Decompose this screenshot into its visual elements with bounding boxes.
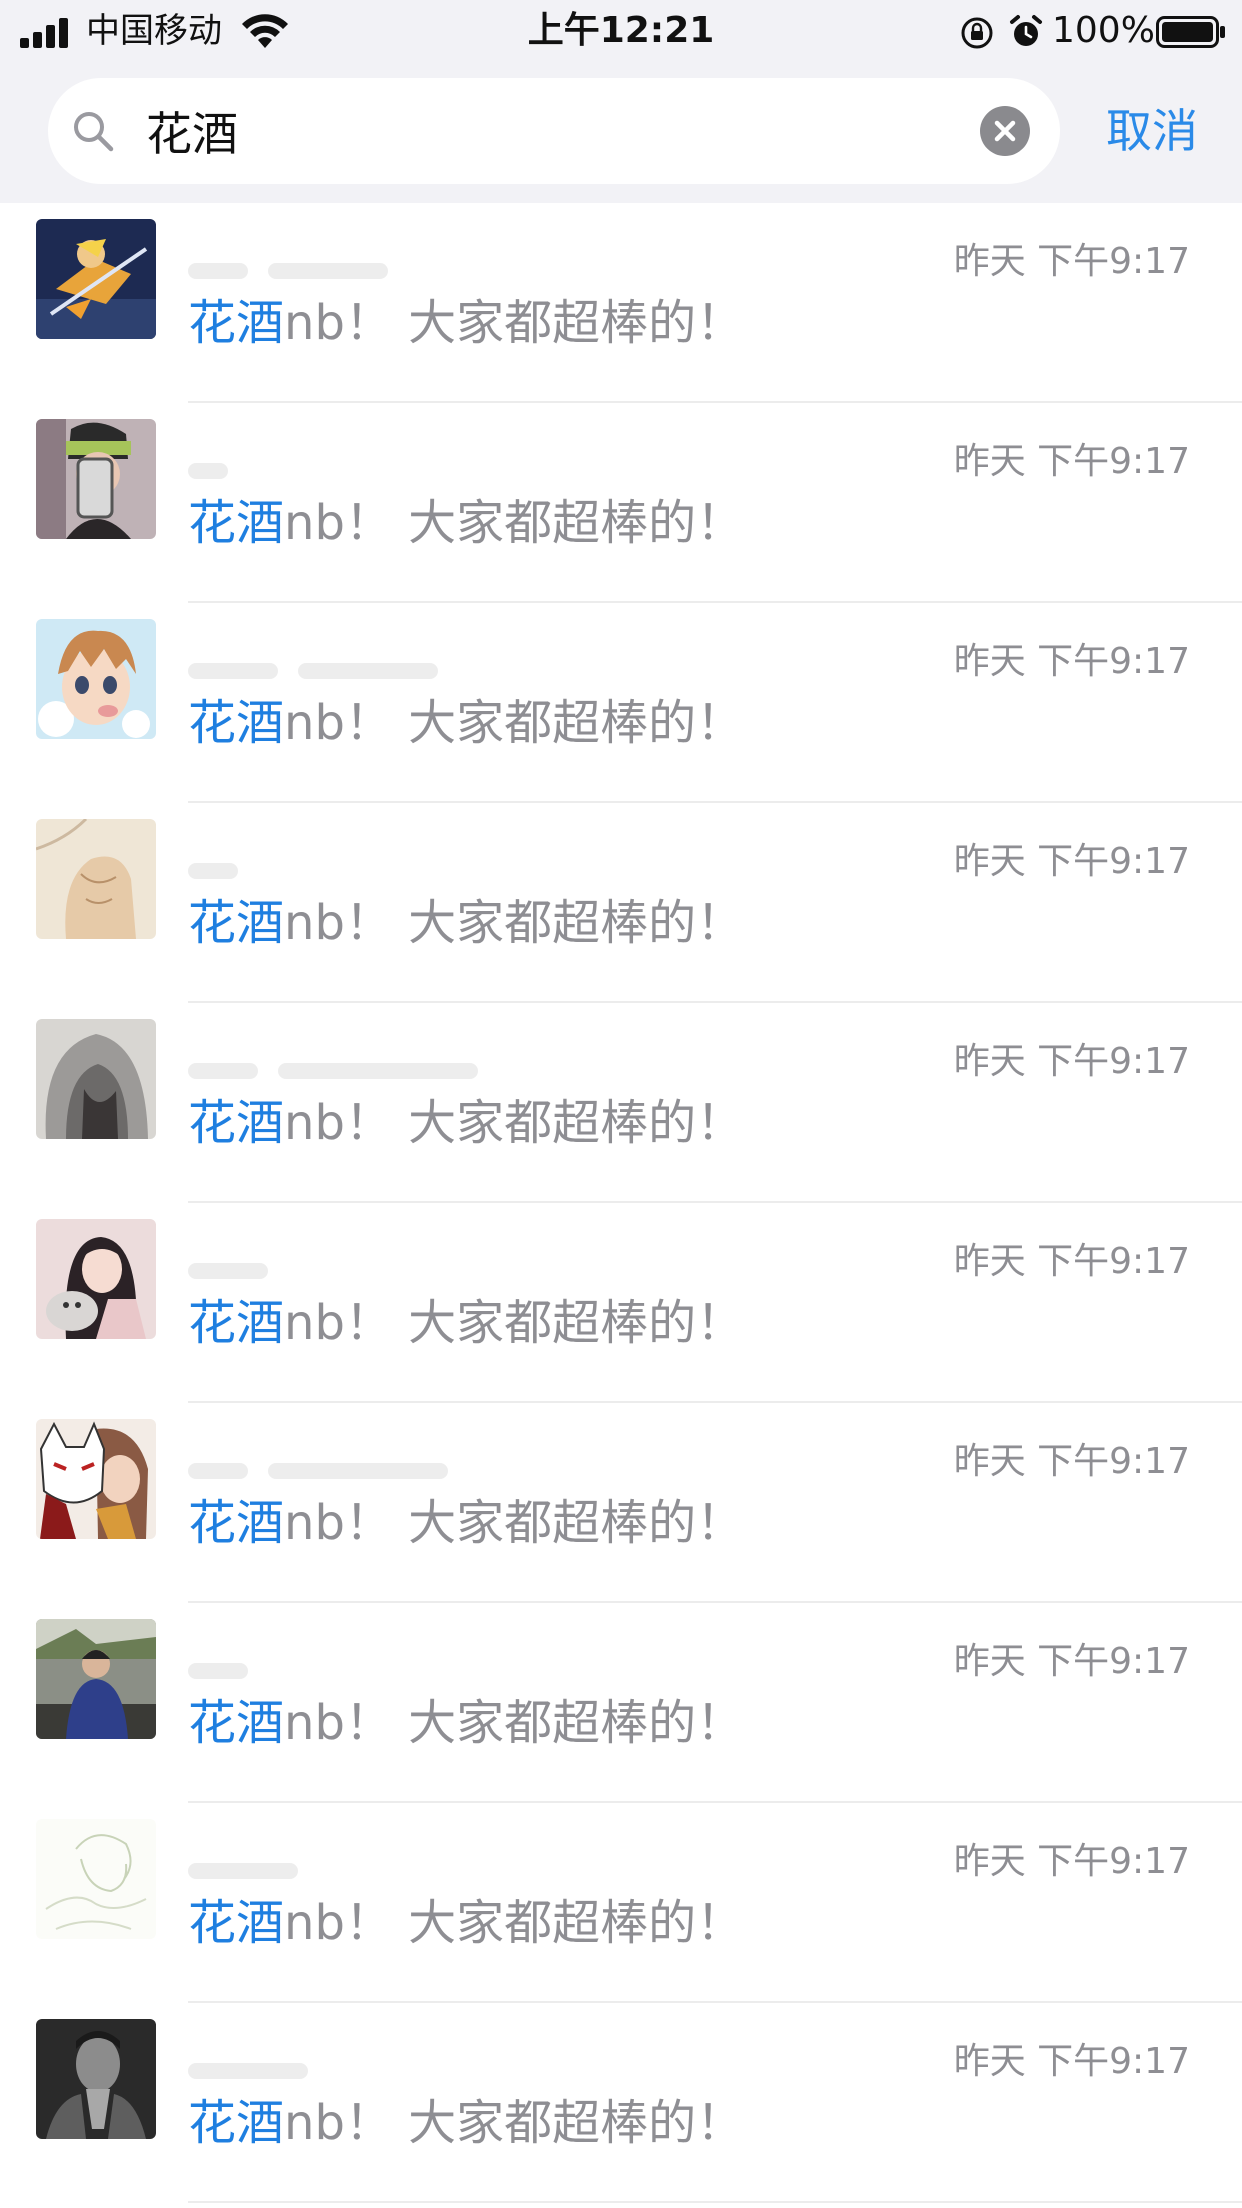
list-item[interactable]: 昨天 下午9:17 花酒nb！ 大家都超棒的！	[0, 1603, 1242, 1803]
message-preview: 花酒nb！ 大家都超棒的！	[188, 891, 744, 955]
header: 中国移动 上午12:21 100% 花酒 取消	[0, 0, 1242, 203]
list-item[interactable]: 昨天 下午9:17 花酒nb！ 大家都超棒的！	[0, 1203, 1242, 1403]
match-highlight: 花酒	[188, 895, 285, 951]
match-highlight: 花酒	[188, 1095, 285, 1151]
sender-name-blurred	[188, 1055, 548, 1085]
match-highlight: 花酒	[188, 1495, 285, 1551]
message-preview: 花酒nb！ 大家都超棒的！	[188, 1891, 744, 1955]
message-preview: 花酒nb！ 大家都超棒的！	[188, 291, 744, 355]
sketch-figure-avatar	[36, 819, 156, 939]
status-bar: 中国移动 上午12:21 100%	[0, 0, 1242, 62]
message-time: 昨天 下午9:17	[953, 1441, 1190, 1482]
sender-name-blurred	[188, 655, 548, 685]
clear-circle-icon[interactable]	[980, 106, 1030, 156]
sender-name-blurred	[188, 1655, 548, 1685]
alarm-icon	[1010, 15, 1042, 46]
anime-swordsman-avatar	[36, 219, 156, 339]
list-item[interactable]: 昨天 下午9:17 花酒nb！ 大家都超棒的！	[0, 1003, 1242, 1203]
message-preview: 花酒nb！ 大家都超棒的！	[188, 691, 744, 755]
message-preview: 花酒nb！ 大家都超棒的！	[188, 491, 744, 555]
match-highlight: 花酒	[188, 295, 285, 351]
line-drawing-avatar	[36, 1819, 156, 1939]
search-bar[interactable]	[48, 78, 1060, 184]
match-highlight: 花酒	[188, 495, 285, 551]
hooded-person-avatar	[36, 1019, 156, 1139]
sender-name-blurred	[188, 455, 548, 485]
battery-icon	[1156, 16, 1225, 48]
message-preview: 花酒nb！ 大家都超棒的！	[188, 1491, 744, 1555]
message-text: nb！ 大家都超棒的！	[284, 1695, 745, 1751]
search-icon	[74, 112, 114, 152]
sender-name-blurred	[188, 1255, 548, 1285]
list-item[interactable]: 昨天 下午9:17 花酒nb！ 大家都超棒的！	[0, 803, 1242, 1003]
message-text: nb！ 大家都超棒的！	[284, 1495, 745, 1551]
match-highlight: 花酒	[188, 1295, 285, 1351]
match-highlight: 花酒	[188, 695, 285, 751]
message-preview: 花酒nb！ 大家都超棒的！	[188, 1091, 744, 1155]
message-text: nb！ 大家都超棒的！	[284, 1295, 745, 1351]
bw-portrait-avatar	[36, 2019, 156, 2139]
match-highlight: 花酒	[188, 1895, 285, 1951]
message-text: nb！ 大家都超棒的！	[284, 2095, 745, 2151]
message-time: 昨天 下午9:17	[953, 1241, 1190, 1282]
match-highlight: 花酒	[188, 2095, 285, 2151]
message-time: 昨天 下午9:17	[953, 1641, 1190, 1682]
list-item[interactable]: 昨天 下午9:17 花酒nb！ 大家都超棒的！	[0, 203, 1242, 403]
anime-boy-avatar	[36, 619, 156, 739]
list-item[interactable]: 昨天 下午9:17 花酒nb！ 大家都超棒的！	[0, 1403, 1242, 1603]
sender-name-blurred	[188, 255, 548, 285]
message-preview: 花酒nb！ 大家都超棒的！	[188, 1691, 744, 1755]
sender-name-blurred	[188, 855, 548, 885]
sender-name-blurred	[188, 1455, 548, 1485]
message-time: 昨天 下午9:17	[953, 1841, 1190, 1882]
match-highlight: 花酒	[188, 1695, 285, 1751]
message-text: nb！ 大家都超棒的！	[284, 495, 745, 551]
message-text: nb！ 大家都超棒的！	[284, 695, 745, 751]
search-input[interactable]	[146, 96, 946, 166]
search-results-list: 昨天 下午9:17 花酒nb！ 大家都超棒的！ 昨天 下午9:17 花酒nb！ …	[0, 203, 1242, 2208]
message-time: 昨天 下午9:17	[953, 441, 1190, 482]
fox-mask-anime-avatar	[36, 1419, 156, 1539]
orientation-lock-icon	[961, 17, 993, 49]
sender-name-blurred	[188, 1855, 548, 1885]
message-text: nb！ 大家都超棒的！	[284, 1095, 745, 1151]
list-item[interactable]: 昨天 下午9:17 花酒nb！ 大家都超棒的！	[0, 403, 1242, 603]
message-time: 昨天 下午9:17	[953, 1041, 1190, 1082]
mirror-selfie-avatar	[36, 419, 156, 539]
message-preview: 花酒nb！ 大家都超棒的！	[188, 2091, 744, 2155]
list-item[interactable]: 昨天 下午9:17 花酒nb！ 大家都超棒的！	[0, 603, 1242, 803]
man-outdoor-avatar	[36, 1619, 156, 1739]
message-time: 昨天 下午9:17	[953, 641, 1190, 682]
message-text: nb！ 大家都超棒的！	[284, 295, 745, 351]
girl-with-cat-avatar	[36, 1219, 156, 1339]
sender-name-blurred	[188, 2055, 548, 2085]
message-time: 昨天 下午9:17	[953, 841, 1190, 882]
battery-percent: 100%	[1052, 10, 1155, 51]
message-text: nb！ 大家都超棒的！	[284, 895, 745, 951]
cancel-button[interactable]: 取消	[1106, 100, 1198, 162]
message-preview: 花酒nb！ 大家都超棒的！	[188, 1291, 744, 1355]
divider	[188, 2201, 1242, 2203]
list-item[interactable]: 昨天 下午9:17 花酒nb！ 大家都超棒的！	[0, 1803, 1242, 2003]
message-time: 昨天 下午9:17	[953, 2041, 1190, 2082]
list-item[interactable]: 昨天 下午9:17 花酒nb！ 大家都超棒的！	[0, 2003, 1242, 2203]
message-time: 昨天 下午9:17	[953, 241, 1190, 282]
message-text: nb！ 大家都超棒的！	[284, 1895, 745, 1951]
